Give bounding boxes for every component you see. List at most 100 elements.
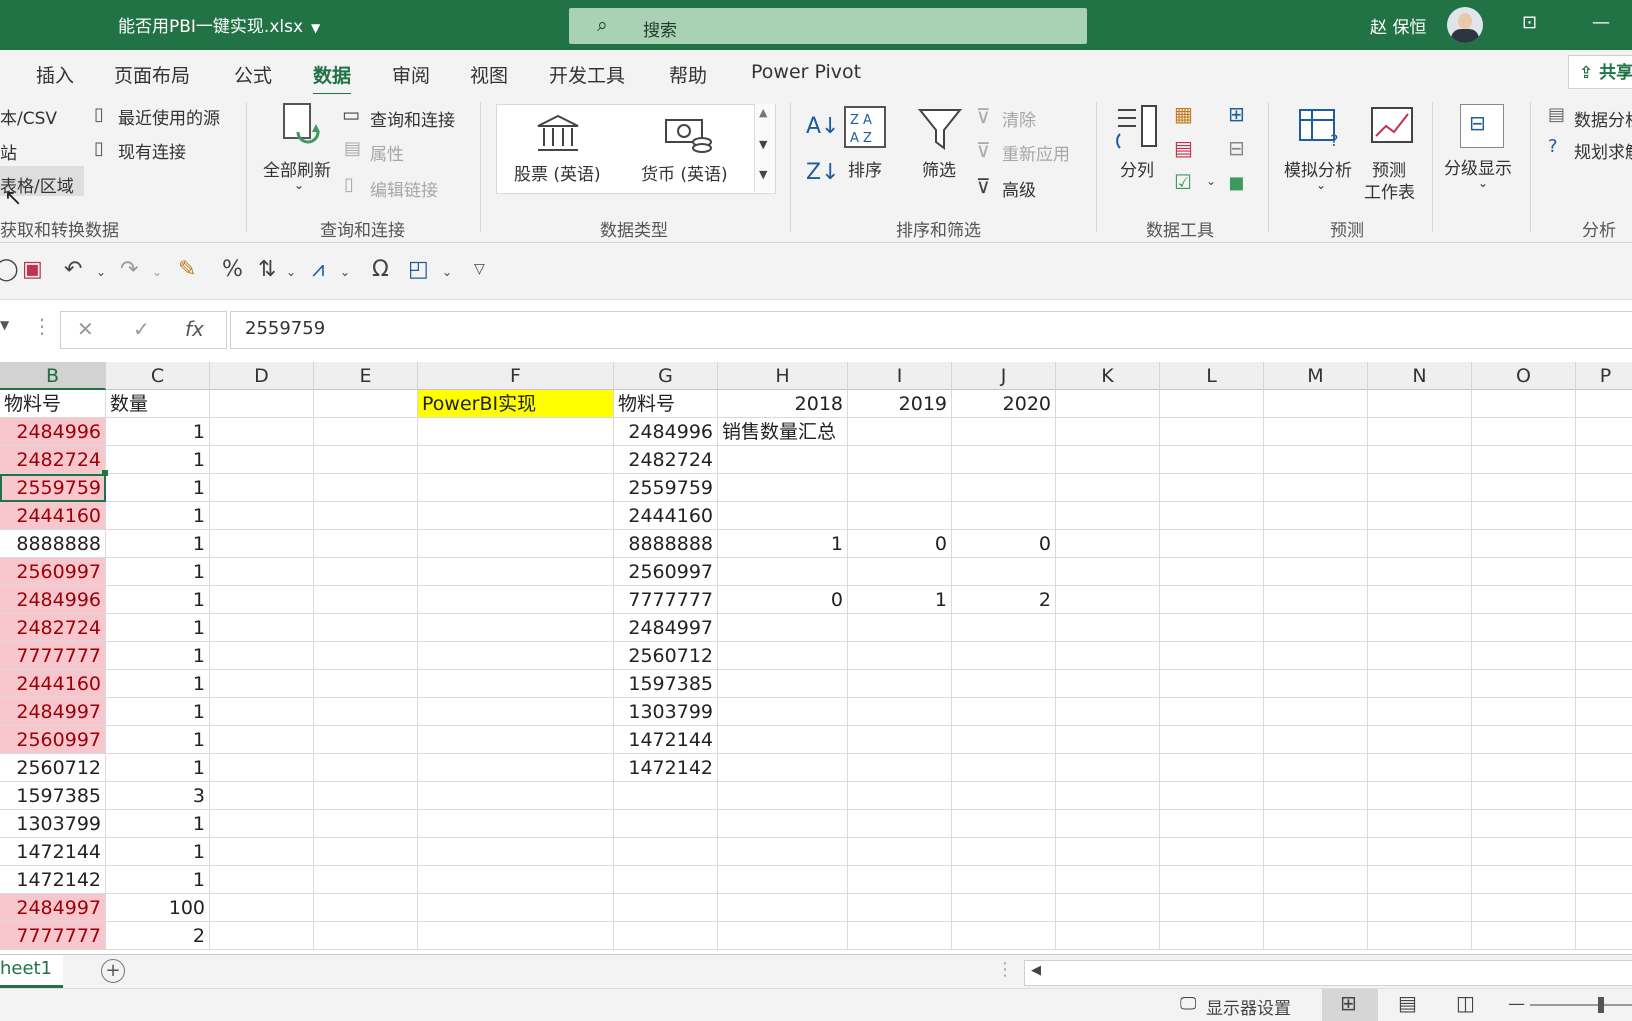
existing-connections-button[interactable]: 现有连接 <box>118 138 186 163</box>
cell[interactable] <box>210 866 314 894</box>
cell[interactable] <box>314 558 418 586</box>
cell[interactable] <box>848 614 952 642</box>
cell[interactable] <box>1056 698 1160 726</box>
cell[interactable] <box>418 558 614 586</box>
cell[interactable] <box>314 894 418 922</box>
cell[interactable] <box>1056 838 1160 866</box>
text-to-columns-button[interactable]: 分列 <box>1120 156 1154 181</box>
data-analysis-button[interactable]: 数据分析 <box>1574 106 1632 131</box>
cell[interactable] <box>1056 586 1160 614</box>
more-icon[interactable]: ▼ <box>759 168 767 181</box>
cell[interactable] <box>1056 530 1160 558</box>
value-cell[interactable]: 1 <box>718 530 848 558</box>
cell[interactable] <box>1056 866 1160 894</box>
value-cell[interactable]: 1 <box>848 586 952 614</box>
tab-page-layout[interactable]: 页面布局 <box>114 61 190 88</box>
consolidate-icon[interactable]: ⊞ <box>1228 102 1245 126</box>
sort-za-icon[interactable]: Z↓ <box>806 160 840 185</box>
year-header[interactable]: 2018 <box>718 390 848 418</box>
cell[interactable] <box>314 922 418 950</box>
cell[interactable] <box>1368 614 1472 642</box>
cell[interactable] <box>1472 754 1576 782</box>
cell[interactable] <box>952 726 1056 754</box>
quantity-cell[interactable]: 2 <box>106 922 210 950</box>
material-number-cell[interactable]: 1597385 <box>614 670 718 698</box>
cell[interactable] <box>1472 446 1576 474</box>
cell[interactable] <box>1056 418 1160 446</box>
cell[interactable] <box>1264 502 1368 530</box>
from-text-csv-button[interactable]: 本/CSV <box>0 104 57 129</box>
cell[interactable] <box>718 726 848 754</box>
cell[interactable] <box>1576 866 1632 894</box>
cell[interactable] <box>1368 642 1472 670</box>
cell[interactable] <box>1472 586 1576 614</box>
cell[interactable] <box>314 586 418 614</box>
cell[interactable] <box>848 642 952 670</box>
cell[interactable] <box>952 502 1056 530</box>
material-number-cell[interactable]: 2484997 <box>614 614 718 642</box>
cell[interactable] <box>1576 558 1632 586</box>
material-number-cell[interactable]: 8888888 <box>0 530 106 558</box>
material-number-cell[interactable]: 1472142 <box>0 866 106 894</box>
quantity-cell[interactable]: 3 <box>106 782 210 810</box>
undo-icon[interactable]: ↶ <box>64 257 82 282</box>
cell[interactable] <box>614 866 718 894</box>
chevron-down-icon[interactable]: ⌄ <box>294 178 304 192</box>
material-number-cell[interactable]: 2560997 <box>614 558 718 586</box>
cell[interactable] <box>1056 922 1160 950</box>
cell[interactable] <box>1056 782 1160 810</box>
cell[interactable] <box>210 530 314 558</box>
zoom-slider[interactable] <box>1530 1004 1632 1006</box>
cell[interactable] <box>1576 894 1632 922</box>
customize-qat-icon[interactable]: ▽ <box>474 261 485 277</box>
chart-icon[interactable]: ⩘ <box>312 257 324 282</box>
cell[interactable] <box>848 754 952 782</box>
cell[interactable] <box>210 502 314 530</box>
cell[interactable] <box>418 446 614 474</box>
cell[interactable] <box>210 698 314 726</box>
cell[interactable] <box>1056 642 1160 670</box>
cell[interactable] <box>1264 894 1368 922</box>
cell[interactable] <box>1160 670 1264 698</box>
cell[interactable] <box>210 726 314 754</box>
chevron-down-icon[interactable]: ⌄ <box>96 265 106 279</box>
cell[interactable] <box>848 922 952 950</box>
cell[interactable] <box>314 474 418 502</box>
cell[interactable] <box>1264 474 1368 502</box>
material-number-cell[interactable]: 2444160 <box>0 670 106 698</box>
cell[interactable] <box>1472 614 1576 642</box>
cell[interactable] <box>1576 922 1632 950</box>
cell[interactable] <box>1160 586 1264 614</box>
summary-label[interactable]: 销售数量汇总 <box>718 418 848 446</box>
ribbon-display-icon[interactable]: ⊡ <box>1522 12 1537 33</box>
cell[interactable] <box>1472 670 1576 698</box>
cell[interactable] <box>1368 754 1472 782</box>
tab-formulas[interactable]: 公式 <box>234 61 272 88</box>
material-number-cell[interactable]: 2484997 <box>0 894 106 922</box>
cell[interactable] <box>1472 698 1576 726</box>
cell[interactable] <box>314 642 418 670</box>
quantity-cell[interactable]: 1 <box>106 474 210 502</box>
sort-filter-icon[interactable]: ⇅ <box>258 257 276 282</box>
cell[interactable] <box>952 810 1056 838</box>
cell[interactable] <box>418 922 614 950</box>
column-header-h[interactable]: H <box>718 362 848 390</box>
selected-cell[interactable]: 2559759 <box>0 474 106 502</box>
cell[interactable] <box>210 782 314 810</box>
cell[interactable] <box>314 446 418 474</box>
stocks-button[interactable]: 股票 (英语) <box>514 160 601 185</box>
cell[interactable] <box>418 782 614 810</box>
cell[interactable] <box>1264 782 1368 810</box>
cell[interactable] <box>210 474 314 502</box>
autosave-icon[interactable]: ◯ <box>0 257 19 282</box>
cell[interactable] <box>1472 782 1576 810</box>
material-number-cell[interactable]: 2484996 <box>614 418 718 446</box>
quantity-cell[interactable]: 1 <box>106 670 210 698</box>
cell[interactable] <box>1160 474 1264 502</box>
cell[interactable] <box>718 670 848 698</box>
cell[interactable] <box>1160 810 1264 838</box>
cell[interactable] <box>1264 558 1368 586</box>
cell[interactable] <box>1056 390 1160 418</box>
material-number-cell[interactable]: 2560997 <box>0 558 106 586</box>
cell[interactable] <box>314 754 418 782</box>
